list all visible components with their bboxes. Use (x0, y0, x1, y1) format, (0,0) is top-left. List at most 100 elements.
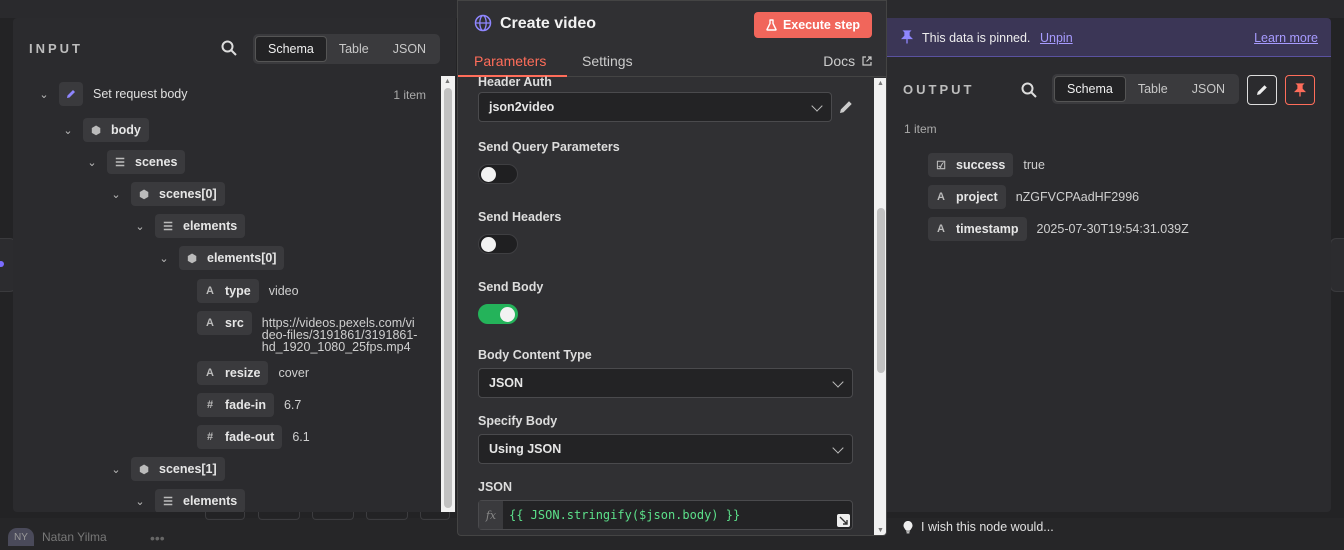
list-icon: ☰ (163, 495, 173, 508)
chevron-down-icon[interactable]: ⌄ (109, 187, 123, 201)
pencil-icon (1257, 85, 1267, 95)
user-menu[interactable]: NY Natan Yilma (8, 528, 107, 546)
scroll-thumb[interactable] (444, 88, 452, 508)
string-icon: A (937, 191, 945, 203)
node-header: Create video Execute step Parameters Set… (458, 1, 886, 77)
json-expression[interactable]: {{ JSON.stringify($json.body) }} (509, 508, 740, 522)
chevron-down-icon[interactable]: ⌄ (37, 87, 51, 101)
avatar: NY (8, 528, 34, 546)
specify-body-label: Specify Body (478, 414, 558, 428)
lightbulb-icon (903, 520, 913, 533)
tree-field[interactable]: Aresize cover (197, 361, 309, 385)
pin-data-button[interactable] (1285, 75, 1315, 105)
json-label: JSON (478, 480, 513, 494)
chevron-down-icon[interactable]: ⌄ (85, 155, 99, 169)
output-field[interactable]: Atimestamp 2025-07-30T19:54:31.039Z (928, 217, 1189, 241)
edit-output-button[interactable] (1247, 75, 1277, 105)
string-icon: A (206, 285, 214, 297)
object-icon: ⬢ (139, 463, 149, 476)
specify-body-select[interactable]: Using JSON (478, 434, 853, 464)
feedback-prompt[interactable]: I wish this node would... (903, 520, 1054, 534)
globe-icon (474, 14, 492, 32)
output-drag-handle[interactable] (1330, 238, 1344, 292)
field-chip: ☰ scenes (107, 150, 186, 174)
tree-node-body[interactable]: ⌄ ⬢ body (61, 118, 149, 142)
field-value: cover (278, 366, 310, 380)
tree-node-element0[interactable]: ⌄ ⬢ elements[0] (157, 246, 285, 270)
external-link-icon (862, 56, 872, 66)
tree-node-elements[interactable]: ⌄ ☰ elements (133, 214, 246, 238)
send-headers-toggle[interactable] (478, 234, 518, 254)
execute-step-button[interactable]: Execute step (754, 12, 872, 38)
tab-json[interactable]: JSON (1180, 76, 1237, 102)
unpin-link[interactable]: Unpin (1040, 31, 1073, 45)
field-value: video (268, 284, 299, 298)
number-icon: # (206, 431, 214, 443)
node-scrollbar[interactable]: ▲ ▼ (874, 78, 886, 535)
tab-table[interactable]: Table (1126, 76, 1180, 102)
tree-field[interactable]: Atype video (197, 279, 299, 303)
send-query-toggle[interactable] (478, 164, 518, 184)
output-field[interactable]: ☑ success true (928, 153, 1045, 177)
tab-parameters[interactable]: Parameters (474, 53, 546, 69)
docs-link[interactable]: Docs (823, 53, 872, 69)
input-title: INPUT (29, 41, 83, 56)
field-chip: ☰ elements (155, 489, 246, 512)
chevron-down-icon[interactable]: ⌄ (61, 123, 75, 137)
field-value: 6.1 (292, 430, 310, 444)
more-options-icon[interactable]: ••• (150, 530, 165, 546)
tree-field[interactable]: # fade-out 6.1 (197, 425, 310, 449)
tab-schema[interactable]: Schema (1054, 76, 1126, 102)
chevron-down-icon[interactable]: ⌄ (133, 494, 147, 508)
pencil-icon (59, 82, 83, 106)
json-expression-field[interactable]: fx {{ JSON.stringify($json.body) }} (478, 500, 853, 530)
tree-field[interactable]: Asrc https://videos.pexels.com/vi deo-fi… (197, 311, 422, 353)
tree-node-scene0[interactable]: ⌄ ⬢ scenes[0] (109, 182, 225, 206)
output-view-tabs: Schema Table JSON (1052, 74, 1240, 104)
search-icon[interactable] (221, 40, 237, 56)
send-body-toggle[interactable] (478, 304, 518, 324)
header-auth-select[interactable]: json2video (478, 92, 832, 122)
body-content-type-select[interactable]: JSON (478, 368, 853, 398)
chevron-down-icon (832, 376, 844, 388)
node-title[interactable]: Create video (500, 15, 596, 33)
search-icon[interactable] (1021, 82, 1037, 98)
tab-schema[interactable]: Schema (255, 36, 327, 62)
expression-icon: fx (479, 501, 503, 529)
tab-table[interactable]: Table (327, 36, 381, 62)
tab-settings[interactable]: Settings (582, 53, 633, 69)
chevron-down-icon[interactable]: ⌄ (109, 462, 123, 476)
edit-credential-icon[interactable] (838, 99, 854, 115)
tree-field[interactable]: # fade-in 6.7 (197, 393, 301, 417)
chevron-down-icon[interactable]: ⌄ (133, 219, 147, 233)
chevron-down-icon (832, 442, 844, 454)
string-icon: A (206, 317, 214, 329)
output-item-count: 1 item (904, 122, 937, 136)
scroll-thumb[interactable] (877, 208, 885, 373)
boolean-icon: ☑ (936, 159, 946, 172)
scroll-up-icon[interactable]: ▲ (444, 78, 451, 85)
string-icon: A (206, 367, 214, 379)
output-panel: This data is pinned. Unpin Learn more OU… (887, 18, 1331, 512)
header-auth-label: Header Auth (478, 75, 552, 89)
field-chip: ⬢ elements[0] (179, 246, 285, 270)
list-icon: ☰ (115, 156, 125, 169)
body-content-type-label: Body Content Type (478, 348, 592, 362)
tree-node-scene1[interactable]: ⌄ ⬢ scenes[1] (109, 457, 225, 481)
field-chip: ☰ elements (155, 214, 246, 238)
node-settings-panel: Create video Execute step Parameters Set… (457, 0, 887, 536)
output-field[interactable]: Aproject nZGFVCPAadHF2996 (928, 185, 1139, 209)
send-headers-label: Send Headers (478, 210, 562, 224)
expand-icon[interactable] (837, 514, 850, 527)
field-value: 2025-07-30T19:54:31.039Z (1036, 222, 1189, 236)
tree-node-root[interactable]: ⌄ Set request body (37, 82, 188, 106)
chevron-down-icon[interactable]: ⌄ (157, 251, 171, 265)
scroll-up-icon[interactable]: ▲ (877, 80, 884, 87)
tab-json[interactable]: JSON (381, 36, 438, 62)
input-view-tabs: Schema Table JSON (253, 34, 441, 64)
tree-node-scenes[interactable]: ⌄ ☰ scenes (85, 150, 186, 174)
tree-node-elements[interactable]: ⌄ ☰ elements (133, 489, 246, 512)
scroll-down-icon[interactable]: ▼ (877, 527, 884, 534)
learn-more-link[interactable]: Learn more (1254, 31, 1318, 45)
input-scrollbar[interactable]: ▲ (441, 76, 455, 512)
